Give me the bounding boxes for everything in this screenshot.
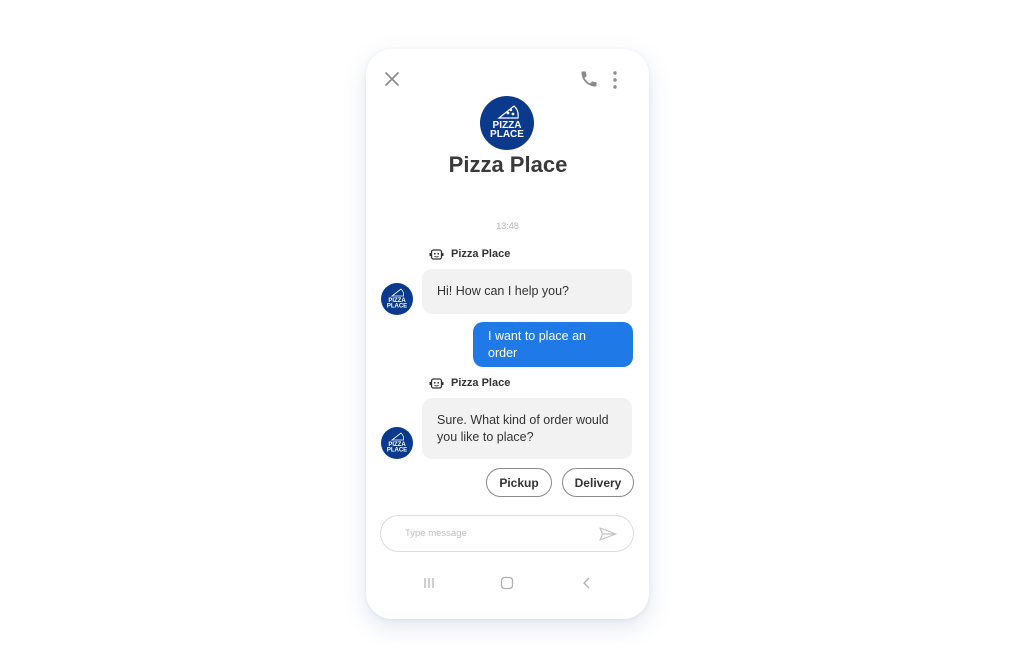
svg-text:PLACE: PLACE <box>387 448 407 454</box>
quick-reply-pickup[interactable]: Pickup <box>486 468 552 497</box>
message-bubble-bot: Hi! How can I help you? <box>422 269 632 314</box>
message-bubble-bot: Sure. What kind of order would you like … <box>422 398 632 459</box>
timestamp: 13:48 <box>496 221 519 231</box>
sender-label: Pizza Place <box>429 377 510 389</box>
close-icon[interactable] <box>384 71 400 87</box>
page-title: Pizza Place <box>448 152 568 177</box>
sender-name: Pizza Place <box>451 377 511 389</box>
back-icon[interactable] <box>579 575 595 591</box>
message-bubble-user: I want to place an order <box>473 322 633 367</box>
message-text-line: you like to place? <box>437 429 534 444</box>
home-icon[interactable] <box>499 575 515 591</box>
message-text-line: Sure. What kind of order would <box>437 412 609 427</box>
bot-icon <box>429 377 444 389</box>
message-composer <box>380 515 634 552</box>
message-text: I want to place an order <box>488 328 586 360</box>
pizza-place-logo: PIZZA PLACE <box>480 96 534 150</box>
svg-text:PLACE: PLACE <box>387 304 407 310</box>
bot-icon <box>429 248 444 260</box>
bot-avatar: PIZZA PLACE <box>381 283 413 315</box>
logo-text-line2: PLACE <box>490 129 524 140</box>
recents-icon[interactable] <box>421 575 437 591</box>
phone-frame: PIZZA PLACE Pizza Place 13:48 Pizza Plac… <box>366 49 649 619</box>
quick-reply-delivery[interactable]: Delivery <box>562 468 634 497</box>
bot-avatar: PIZZA PLACE <box>381 427 413 459</box>
sender-name: Pizza Place <box>451 248 511 260</box>
send-icon[interactable] <box>599 526 617 541</box>
sender-label: Pizza Place <box>429 248 510 260</box>
more-vertical-icon[interactable] <box>612 70 618 90</box>
message-text: Hi! How can I help you? <box>437 284 570 298</box>
message-input[interactable] <box>403 527 599 540</box>
phone-icon[interactable] <box>579 69 599 89</box>
